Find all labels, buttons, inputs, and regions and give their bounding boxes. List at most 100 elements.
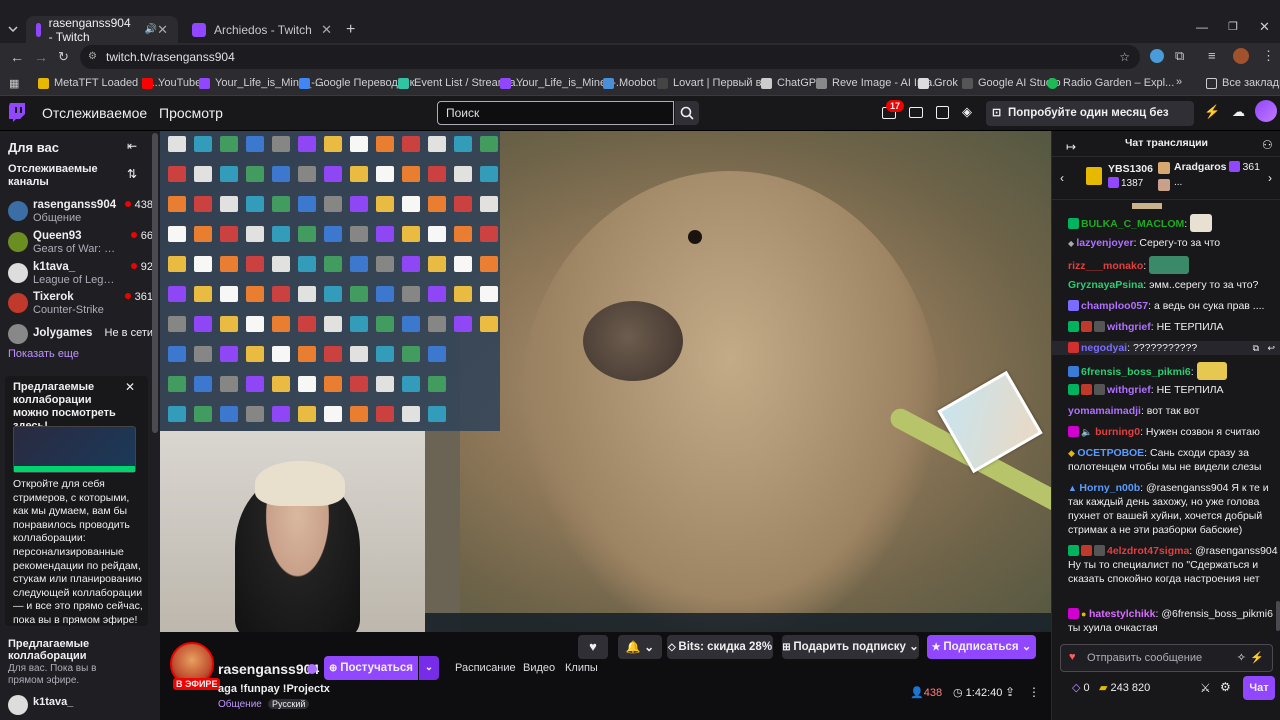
- close-tab-icon[interactable]: ✕: [157, 22, 168, 38]
- site-info-icon[interactable]: ⚙: [88, 45, 97, 69]
- desktop-shortcut-icon: [220, 136, 238, 152]
- search-input[interactable]: Поиск: [437, 101, 674, 125]
- chat-message: rizz___monako:: [1068, 256, 1278, 274]
- stream-category[interactable]: Общение: [218, 699, 262, 710]
- desktop-shortcut-icon: [428, 406, 446, 422]
- extension-icon[interactable]: [1150, 49, 1164, 63]
- bookmark-item[interactable]: ChatGPT: [761, 77, 823, 89]
- emote-picker-icon[interactable]: ✧: [1237, 651, 1246, 664]
- collapse-sidebar-icon[interactable]: ⇤: [127, 139, 137, 153]
- more-options-icon[interactable]: ⋮: [1028, 685, 1040, 699]
- tab-archiedos[interactable]: Archiedos - Twitch ✕: [182, 16, 342, 43]
- turbo-icon[interactable]: ⚡: [1204, 104, 1220, 120]
- show-more-link[interactable]: Показать еще: [8, 348, 79, 360]
- bookmark-item[interactable]: Google AI Studio: [962, 77, 1061, 89]
- search-button[interactable]: [675, 101, 699, 125]
- bookmark-item[interactable]: Moobot: [603, 77, 656, 89]
- next-arrow-icon[interactable]: ›: [1268, 171, 1272, 185]
- desktop-shortcut-icon: [168, 136, 186, 152]
- chat-settings-icon[interactable]: ⚙: [1220, 680, 1231, 694]
- channel-name[interactable]: rasenganss904: [218, 661, 319, 677]
- tab-schedule[interactable]: Расписание: [455, 662, 516, 674]
- sidebar-channel-k1tava-bottom[interactable]: k1tava_: [33, 696, 73, 708]
- bits-balance[interactable]: ◇ 0: [1072, 681, 1090, 694]
- user-avatar[interactable]: [1255, 100, 1277, 122]
- notification-badge: 17: [886, 100, 905, 112]
- desktop-shortcut-icon: [402, 256, 420, 272]
- bookmark-item[interactable]: Lovart | Первый в...: [657, 77, 771, 89]
- copy-message-icon[interactable]: ⧉: [1253, 341, 1259, 355]
- reply-icon[interactable]: ↩: [1267, 341, 1275, 355]
- browser-menu-icon[interactable]: ⋮: [1262, 48, 1275, 64]
- desktop-shortcut-icon: [194, 376, 212, 392]
- address-input[interactable]: ⚙ twitch.tv/rasenganss904 ☆: [80, 45, 1140, 69]
- tab-video[interactable]: Видео: [523, 662, 555, 674]
- video-player[interactable]: [160, 131, 1051, 632]
- tab-rasenganss904[interactable]: rasenganss904 - Twitch 🔊 ✕: [26, 16, 178, 44]
- all-bookmarks[interactable]: Все закладки: [1206, 77, 1280, 89]
- sort-icon[interactable]: ⇅: [127, 167, 137, 181]
- audio-icon[interactable]: 🔊: [145, 24, 157, 35]
- bits-discount-button[interactable]: ◇ Bits: скидка 28%: [667, 635, 773, 659]
- close-icon[interactable]: ✕: [125, 380, 135, 394]
- twitch-logo-icon[interactable]: [8, 103, 26, 123]
- sidebar-channel-queen93[interactable]: Queen93 Gears of War: E... 66: [8, 228, 153, 258]
- desktop-shortcut-icon: [168, 286, 186, 302]
- sidebar-channel-k1tava[interactable]: k1tava_ League of Lege... 92: [8, 259, 153, 289]
- extensions-puzzle-icon[interactable]: ⧉: [1175, 48, 1184, 64]
- twitch-favicon-icon: [36, 22, 41, 37]
- follow-button[interactable]: ⊕ Постучаться: [324, 656, 418, 680]
- profile-avatar[interactable]: [1233, 48, 1249, 64]
- notifications-bell-button[interactable]: 🔔 ⌄: [618, 635, 662, 659]
- chat-send-button[interactable]: Чат: [1243, 676, 1275, 700]
- sidebar-channel-jolygames[interactable]: Jolygames Не в сети: [8, 320, 153, 350]
- reload-icon[interactable]: ↻: [58, 49, 69, 65]
- ad-free-promo-button[interactable]: ⊡ Попробуйте один месяц без рекламы: [986, 101, 1194, 144]
- share-icon[interactable]: ⇪: [1005, 685, 1015, 699]
- new-tab-icon[interactable]: +: [346, 21, 355, 39]
- chat-scrollbar[interactable]: [1276, 601, 1280, 631]
- forward-icon[interactable]: →: [34, 49, 48, 65]
- bits-cheer-icon[interactable]: ♥: [1069, 651, 1076, 663]
- badge-icon: [1068, 545, 1079, 556]
- chat-input[interactable]: ♥ Отправить сообщение ✧ ⚡: [1060, 644, 1273, 672]
- follow-dropdown-button[interactable]: ⌄: [419, 656, 439, 680]
- nav-following[interactable]: Отслеживаемое: [42, 105, 147, 121]
- badge-icon: [1081, 545, 1092, 556]
- sidebar-scrollbar[interactable]: [152, 133, 158, 433]
- nav-browse[interactable]: Просмотр: [159, 105, 223, 121]
- chat-users-icon[interactable]: ⚇: [1262, 138, 1273, 152]
- radio-garden-icon: [1047, 77, 1058, 89]
- more-bookmarks-icon[interactable]: »: [1176, 76, 1182, 88]
- crown-icon[interactable]: ☁: [1232, 104, 1245, 120]
- prev-arrow-icon[interactable]: ‹: [1060, 171, 1064, 185]
- tab-clips[interactable]: Клипы: [565, 662, 598, 674]
- close-window-icon[interactable]: ✕: [1259, 19, 1270, 35]
- apps-grid-icon[interactable]: ▦: [9, 77, 19, 90]
- heart-follow-button[interactable]: ♥: [578, 635, 608, 659]
- back-icon[interactable]: ←: [10, 49, 24, 65]
- channel-points[interactable]: ▰ 243 820: [1099, 681, 1150, 694]
- chat-message: GryznayaPsina: эмм..серегу то за что?: [1068, 279, 1259, 291]
- subscribe-button[interactable]: ★ Подписаться ⌄: [927, 635, 1036, 659]
- whispers-icon[interactable]: [909, 107, 923, 118]
- prime-crown-icon[interactable]: ◈: [962, 104, 972, 120]
- sidebar-channel-tixerok[interactable]: Tixerok Counter-Strike 361: [8, 289, 153, 319]
- bookmark-item[interactable]: YouTube: [142, 77, 201, 89]
- close-tab-icon[interactable]: ✕: [321, 22, 332, 38]
- bookmark-star-icon[interactable]: ☆: [1119, 45, 1130, 69]
- media-control-icon[interactable]: ≡: [1208, 48, 1216, 63]
- bookmark-item[interactable]: Grok: [918, 77, 958, 89]
- tab-list-icon[interactable]: [6, 22, 20, 36]
- minimize-icon[interactable]: —: [1196, 20, 1208, 34]
- sidebar-channel-rasenganss904[interactable]: rasenganss904 Общение 438: [8, 197, 153, 227]
- desktop-shortcut-icon: [480, 316, 498, 332]
- prime-icon[interactable]: ⚡: [1250, 651, 1264, 664]
- chat-tools-icon[interactable]: ⚔: [1200, 681, 1211, 695]
- desktop-shortcut-icon: [220, 346, 238, 362]
- gift-sub-button[interactable]: ⊞ Подарить подписку ⌄: [782, 635, 919, 659]
- maximize-icon[interactable]: ❐: [1228, 20, 1238, 33]
- activity-icon[interactable]: [936, 106, 949, 119]
- language-tag[interactable]: Русский: [268, 699, 310, 709]
- bookmark-item[interactable]: Radio Garden – Expl...: [1047, 77, 1174, 89]
